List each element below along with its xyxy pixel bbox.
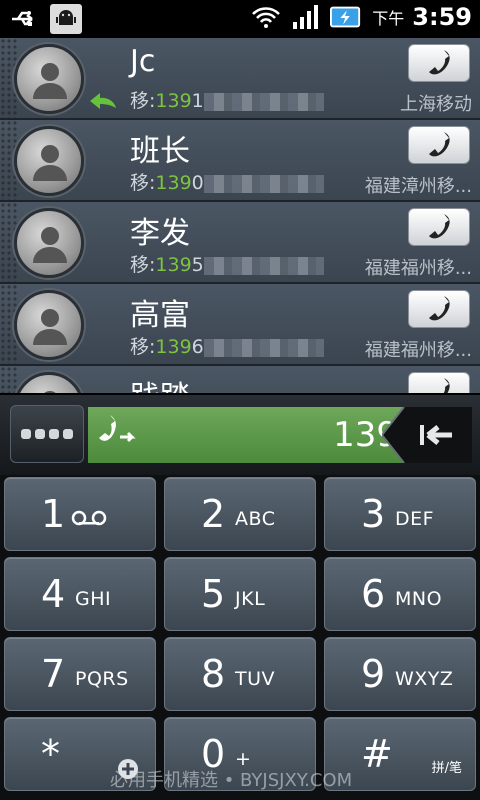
contact-name: 高富 bbox=[130, 298, 190, 333]
key-1[interactable]: 1 bbox=[4, 477, 156, 551]
dot-icon bbox=[63, 429, 73, 439]
usb-icon bbox=[8, 4, 40, 34]
avatar[interactable] bbox=[14, 126, 84, 196]
input-mode-toggle[interactable]: 拼/笔 bbox=[432, 757, 462, 776]
call-button[interactable] bbox=[408, 126, 470, 164]
carrier-label: 福建福州移... bbox=[364, 258, 472, 279]
dial-input[interactable]: 139 bbox=[88, 407, 408, 463]
call-button[interactable] bbox=[408, 208, 470, 246]
redacted-number bbox=[203, 92, 324, 111]
dot-icon bbox=[35, 429, 45, 439]
phone-icon bbox=[429, 214, 450, 239]
list-item[interactable]: 李发 移:1395 福建福州移... bbox=[0, 202, 480, 284]
dot-icon bbox=[21, 429, 31, 439]
contact-list[interactable]: Jc 移:1391 上海移动 班长 移:1390 福建漳州移... 李发 移:1… bbox=[0, 38, 480, 393]
list-item[interactable]: 班长 移:1390 福建漳州移... bbox=[0, 120, 480, 202]
contact-name: 班长 bbox=[130, 134, 190, 169]
avatar[interactable] bbox=[14, 290, 84, 360]
list-item[interactable]: Jc 移:1391 上海移动 bbox=[0, 38, 480, 120]
watermark: 必用手机精选 • BYJSJXY.COM bbox=[110, 770, 353, 791]
call-button[interactable] bbox=[408, 44, 470, 82]
carrier-label: 福建福州移... bbox=[364, 340, 472, 361]
key-4[interactable]: 4 GHI bbox=[4, 557, 156, 631]
contact-name: Jc bbox=[130, 44, 156, 79]
phone-icon bbox=[429, 50, 450, 75]
contact-name: 践踏 bbox=[130, 372, 190, 393]
call-button[interactable] bbox=[408, 290, 470, 328]
contact-number: 移:1391 bbox=[130, 86, 324, 113]
more-options-button[interactable] bbox=[10, 405, 84, 463]
call-button[interactable] bbox=[408, 372, 470, 393]
dial-bar: 139 bbox=[0, 393, 480, 475]
phone-icon bbox=[429, 296, 450, 321]
contact-number: 移:1390 bbox=[130, 168, 324, 195]
list-item[interactable]: 践踏 bbox=[0, 366, 480, 393]
carrier-label: 上海移动 bbox=[400, 94, 472, 115]
call-back-arrow-icon bbox=[90, 93, 116, 109]
backspace-button[interactable] bbox=[382, 407, 472, 463]
time-period: 下午 bbox=[372, 9, 405, 28]
dial-keypad: 1 2 ABC 3 DEF 4 GHI 5 JKL 6 MNO 7 PQRS 8 TUV 9W… bbox=[0, 475, 480, 800]
key-9[interactable]: 9 WXYZ bbox=[324, 637, 476, 711]
phone-icon bbox=[443, 378, 450, 393]
avatar[interactable] bbox=[14, 372, 84, 393]
key-2[interactable]: 2 ABC bbox=[164, 477, 316, 551]
key-5[interactable]: 5 JKL bbox=[164, 557, 316, 631]
key-3[interactable]: 3 DEF bbox=[324, 477, 476, 551]
carrier-label: 福建漳州移... bbox=[364, 176, 472, 197]
contact-number: 移:1395 bbox=[130, 250, 324, 277]
phone-icon bbox=[429, 132, 450, 157]
contact-number: 移:1396 bbox=[130, 332, 324, 359]
list-item[interactable]: 高富 移:1396 福建福州移... bbox=[0, 284, 480, 366]
redacted-number bbox=[203, 338, 324, 357]
key-8[interactable]: 8 TUV bbox=[164, 637, 316, 711]
redacted-number bbox=[203, 174, 324, 193]
battery-charging-icon bbox=[330, 2, 362, 32]
dot-icon bbox=[49, 429, 59, 439]
clock: 3:59 bbox=[412, 3, 472, 31]
key-7[interactable]: 7 PQRS bbox=[4, 637, 156, 711]
avatar[interactable] bbox=[14, 44, 84, 114]
wifi-icon bbox=[250, 2, 282, 32]
signal-icon bbox=[290, 2, 322, 32]
key-6[interactable]: 6 MNO bbox=[324, 557, 476, 631]
drag-rail bbox=[0, 366, 18, 393]
dial-call-icon[interactable] bbox=[96, 413, 142, 457]
contact-name: 李发 bbox=[130, 216, 190, 251]
voicemail-icon bbox=[71, 510, 107, 526]
android-debug-icon bbox=[50, 4, 82, 34]
status-bar: 下午 3:59 bbox=[0, 0, 480, 38]
avatar[interactable] bbox=[14, 208, 84, 278]
redacted-number bbox=[203, 256, 324, 275]
